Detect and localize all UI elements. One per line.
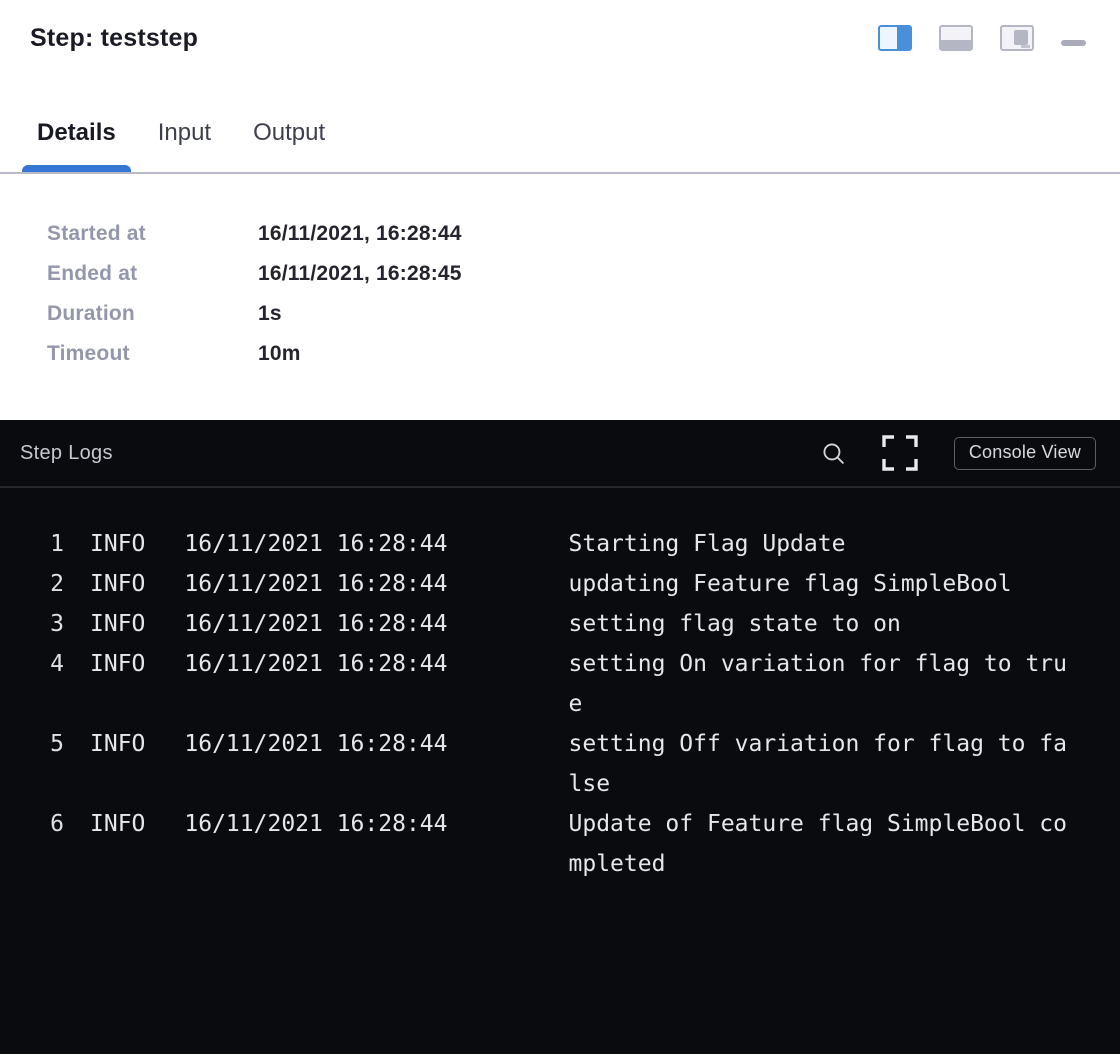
log-level: INFO	[90, 724, 145, 764]
minimize-icon[interactable]	[1061, 40, 1086, 46]
expand-fullscreen-icon[interactable]	[882, 435, 918, 471]
page-title: Step: teststep	[30, 22, 198, 54]
console-view-button[interactable]: Console View	[954, 437, 1096, 470]
log-timestamp: 16/11/2021 16:28:44	[184, 804, 447, 844]
log-line-number: 3	[34, 604, 64, 644]
log-lines-container: 1 INFO 16/11/2021 16:28:44 Starting Flag…	[0, 488, 1120, 884]
log-message: updating Feature flag SimpleBool	[569, 564, 1067, 604]
header: Step: teststep	[0, 0, 1120, 54]
detail-row: Duration 1s	[47, 302, 1120, 342]
log-level: INFO	[90, 564, 145, 604]
log-level: INFO	[90, 604, 145, 644]
log-timestamp: 16/11/2021 16:28:44	[184, 604, 447, 644]
detail-row: Timeout 10m	[47, 342, 1120, 382]
detail-value: 16/11/2021, 16:28:45	[258, 262, 462, 302]
log-line: 5 INFO 16/11/2021 16:28:44 setting Off v…	[34, 724, 1120, 804]
log-timestamp: 16/11/2021 16:28:44	[184, 644, 447, 684]
split-horizontal-layout-icon[interactable]	[939, 25, 973, 51]
log-line-number: 4	[34, 644, 64, 684]
log-line-number: 2	[34, 564, 64, 604]
log-line-number: 6	[34, 804, 64, 844]
step-logs-title: Step Logs	[20, 442, 821, 465]
log-line: 6 INFO 16/11/2021 16:28:44 Update of Fea…	[34, 804, 1120, 884]
detail-value: 16/11/2021, 16:28:44	[258, 222, 462, 262]
tab-output[interactable]: Output	[238, 118, 340, 172]
log-message: setting Off variation for flag to false	[569, 724, 1067, 804]
log-level: INFO	[90, 804, 145, 844]
step-logs-panel: Step Logs Console View 1 INFO 16/11/2021…	[0, 420, 1120, 1054]
detail-row: Started at 16/11/2021, 16:28:44	[47, 222, 1120, 262]
log-timestamp: 16/11/2021 16:28:44	[184, 564, 447, 604]
tab-details[interactable]: Details	[22, 118, 131, 172]
log-line: 1 INFO 16/11/2021 16:28:44 Starting Flag…	[34, 524, 1120, 564]
detail-value: 1s	[258, 302, 282, 342]
detail-row: Ended at 16/11/2021, 16:28:45	[47, 262, 1120, 302]
log-line-number: 1	[34, 524, 64, 564]
log-line: 2 INFO 16/11/2021 16:28:44 updating Feat…	[34, 564, 1120, 604]
log-line: 4 INFO 16/11/2021 16:28:44 setting On va…	[34, 644, 1120, 724]
search-icon[interactable]	[821, 441, 846, 466]
detail-value: 10m	[258, 342, 301, 382]
log-message: Update of Feature flag SimpleBool comple…	[569, 804, 1067, 884]
step-logs-actions: Console View	[821, 435, 1096, 471]
window-layout-controls	[878, 22, 1086, 51]
split-vertical-layout-icon[interactable]	[878, 25, 912, 51]
log-level: INFO	[90, 644, 145, 684]
detail-label: Duration	[47, 302, 258, 342]
log-message: setting flag state to on	[569, 604, 1067, 644]
step-details-section: Step: teststep Details Input Output Star…	[0, 0, 1120, 420]
step-logs-header: Step Logs Console View	[0, 420, 1120, 488]
log-message: setting On variation for flag to true	[569, 644, 1067, 724]
details-list: Started at 16/11/2021, 16:28:44 Ended at…	[0, 174, 1120, 382]
log-timestamp: 16/11/2021 16:28:44	[184, 724, 447, 764]
log-line: 3 INFO 16/11/2021 16:28:44 setting flag …	[34, 604, 1120, 644]
log-level: INFO	[90, 524, 145, 564]
log-message: Starting Flag Update	[569, 524, 1067, 564]
log-timestamp: 16/11/2021 16:28:44	[184, 524, 447, 564]
tab-bar: Details Input Output	[0, 118, 1120, 172]
detail-label: Started at	[47, 222, 258, 262]
detail-label: Ended at	[47, 262, 258, 302]
detail-label: Timeout	[47, 342, 258, 382]
log-line-number: 5	[34, 724, 64, 764]
floating-panel-layout-icon[interactable]	[1000, 25, 1034, 51]
tab-input[interactable]: Input	[143, 118, 226, 172]
